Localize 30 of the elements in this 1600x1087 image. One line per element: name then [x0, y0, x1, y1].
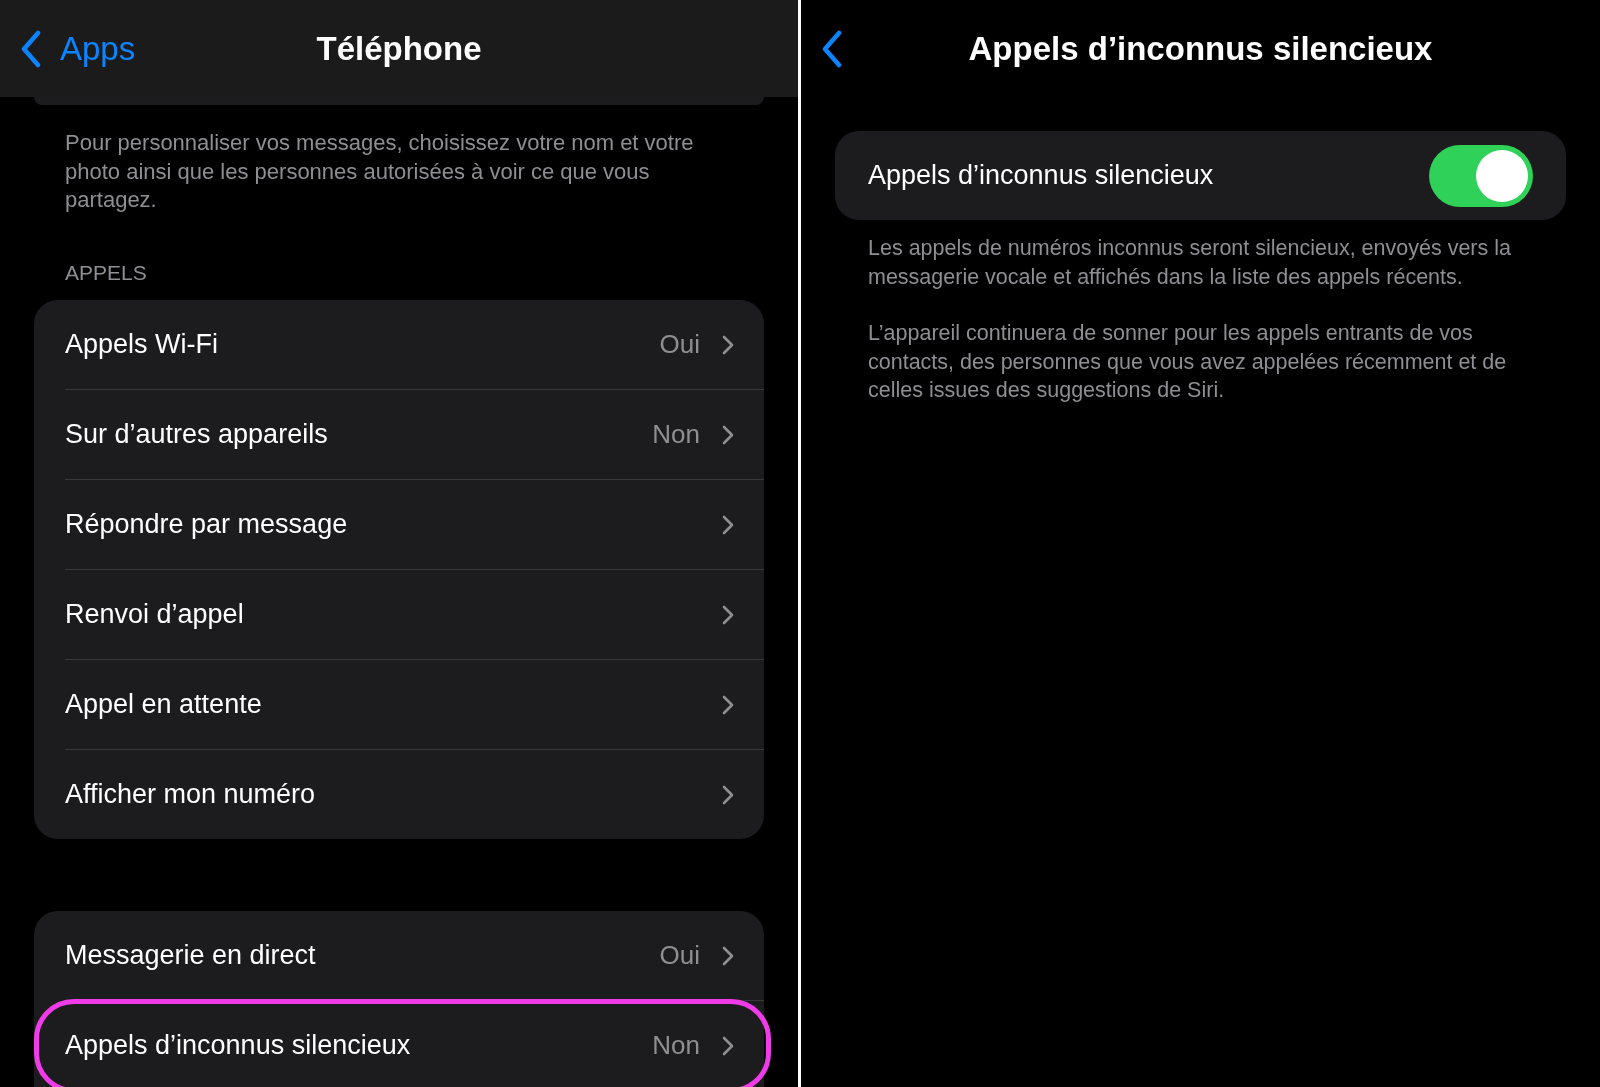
chevron-right-icon — [722, 604, 734, 625]
chevron-right-icon — [722, 514, 734, 535]
settings-row[interactable]: Afficher mon numéro — [34, 750, 764, 839]
row-value: Oui — [659, 328, 700, 361]
row-value: Non — [652, 418, 700, 451]
settings-row[interactable]: Messagerie en direct Oui — [34, 911, 764, 1000]
settings-row[interactable]: Appels d’inconnus silencieux Non — [34, 1001, 764, 1087]
chevron-right-icon — [722, 945, 734, 966]
row-value: Non — [652, 1029, 700, 1062]
settings-row[interactable]: Renvoi d’appel — [34, 570, 764, 659]
row-value: Oui — [659, 939, 700, 972]
section-header: APPELS — [65, 259, 148, 286]
description-text: L’appareil continuera de sonner pour les appels entrants de vos contacts, des personnes que vous avez appelées récemment et de celles issues des suggestions de Siri. — [868, 320, 1508, 404]
back-chevron-icon[interactable] — [20, 29, 42, 68]
nav-title: Appels d’inconnus silencieux — [968, 28, 1433, 69]
chevron-right-icon — [722, 334, 734, 355]
back-chevron-icon[interactable] — [821, 29, 843, 68]
nav-title: Téléphone — [316, 28, 482, 69]
toggle-label: Appels d’inconnus silencieux — [868, 159, 1215, 193]
back-button[interactable]: Apps — [20, 23, 136, 74]
settings-row[interactable]: Sur d’autres appareils Non — [34, 390, 764, 479]
chevron-right-icon — [722, 424, 734, 445]
chevron-right-icon — [722, 694, 734, 715]
intro-text: Pour personnaliser vos messages, choisissez votre nom et votre photo ainsi que les personnes autorisées à voir ce que vous partagez. — [65, 129, 695, 214]
settings-row[interactable]: Appels Wi-Fi Oui — [34, 300, 764, 389]
chevron-right-icon — [722, 1035, 734, 1056]
settings-row[interactable]: Appel en attente — [34, 660, 764, 749]
description-text: Les appels de numéros inconnus seront silencieux, envoyés vers la messagerie vocale et affichés dans la liste des appels récents. — [868, 235, 1512, 291]
chevron-right-icon — [722, 784, 734, 805]
settings-row[interactable]: Répondre par message — [34, 480, 764, 569]
